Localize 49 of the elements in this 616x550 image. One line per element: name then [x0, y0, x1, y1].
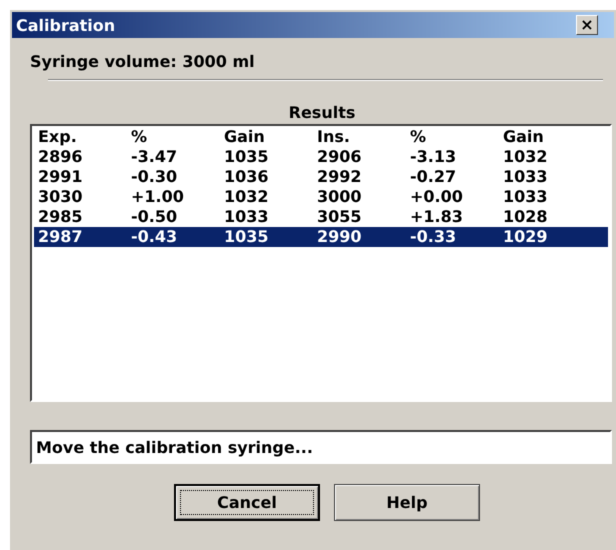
column-header: Ins. [316, 127, 351, 147]
table-cell-text: 2906 [316, 147, 363, 167]
table-cell-text: 1033 [502, 167, 549, 187]
status-field: Move the calibration syringe... [30, 430, 612, 464]
syringe-volume-label: Syringe volume: 3000 ml [30, 52, 256, 71]
result-row[interactable]: 2896 -3.47 1035 2906 -3.13 1032 [34, 147, 608, 167]
table-cell-text: -0.43 [130, 227, 178, 247]
result-row[interactable]: 2985 -0.50 1033 3055 +1.83 1028 [34, 207, 608, 227]
table-cell-text: 1035 [223, 147, 270, 167]
table-cell-text: 2985 [37, 207, 84, 227]
table-cell-text: 3030 [37, 187, 84, 207]
column-header: % [409, 127, 428, 147]
window-title: Calibration [16, 16, 116, 34]
result-row[interactable]: 3030 +1.00 1032 3000 +0.00 1033 [34, 187, 608, 207]
table-cell-text: 2990 [316, 227, 363, 247]
help-button[interactable]: Help [334, 484, 480, 521]
column-header: Exp. [37, 127, 78, 147]
table-cell-text: +1.83 [409, 207, 464, 227]
table-cell-text: +1.00 [130, 187, 185, 207]
table-cell-text: -3.47 [130, 147, 178, 167]
table-cell-text: 1035 [223, 227, 270, 247]
table-cell-text: 3055 [316, 207, 363, 227]
column-header: Gain [223, 127, 266, 147]
close-button[interactable]: × [576, 15, 598, 35]
column-header: % [130, 127, 148, 147]
result-row[interactable]: 2987 -0.43 1035 2990 -0.33 1029 [34, 227, 608, 247]
table-cell-text: 2987 [37, 227, 84, 247]
table-cell-text: -0.27 [409, 167, 458, 187]
cancel-button[interactable]: Cancel [174, 484, 320, 521]
table-cell-text: 2896 [37, 147, 84, 167]
table-cell-text: -0.33 [409, 227, 458, 247]
table-cell-text: 1032 [502, 147, 549, 167]
table-cell-text: 2992 [316, 167, 363, 187]
table-cell-text: 3000 [316, 187, 363, 207]
results-title: Results [288, 103, 356, 122]
result-row[interactable]: 2991 -0.30 1036 2992 -0.27 1033 [34, 167, 608, 187]
column-header: Gain [502, 127, 545, 147]
results-list[interactable]: Exp. % Gain Ins. % Gain 2896 -3.47 1035 2906 -3.13 1032 2991 -0.30 1036 2992 -0.27 1033 3030 +1.00 1032 3000 +0.00 1033 2985 -0.50 1033 3055 +1.83 1028 2987 -0.43 1035 2990 -0.33 1029 [30, 124, 612, 402]
table-cell-text: -0.30 [130, 167, 178, 187]
table-cell-text: 1032 [223, 187, 270, 207]
table-cell-text: 2991 [37, 167, 84, 187]
table-cell-text: +0.00 [409, 187, 464, 207]
table-cell-text: 1033 [223, 207, 270, 227]
table-cell-text: 1028 [502, 207, 549, 227]
table-cell-text: -3.13 [409, 147, 458, 167]
table-cell-text: -0.50 [130, 207, 178, 227]
table-cell-text: 1029 [502, 227, 549, 247]
table-cell-text: 1033 [502, 187, 549, 207]
table-cell-text: 1036 [223, 167, 270, 187]
